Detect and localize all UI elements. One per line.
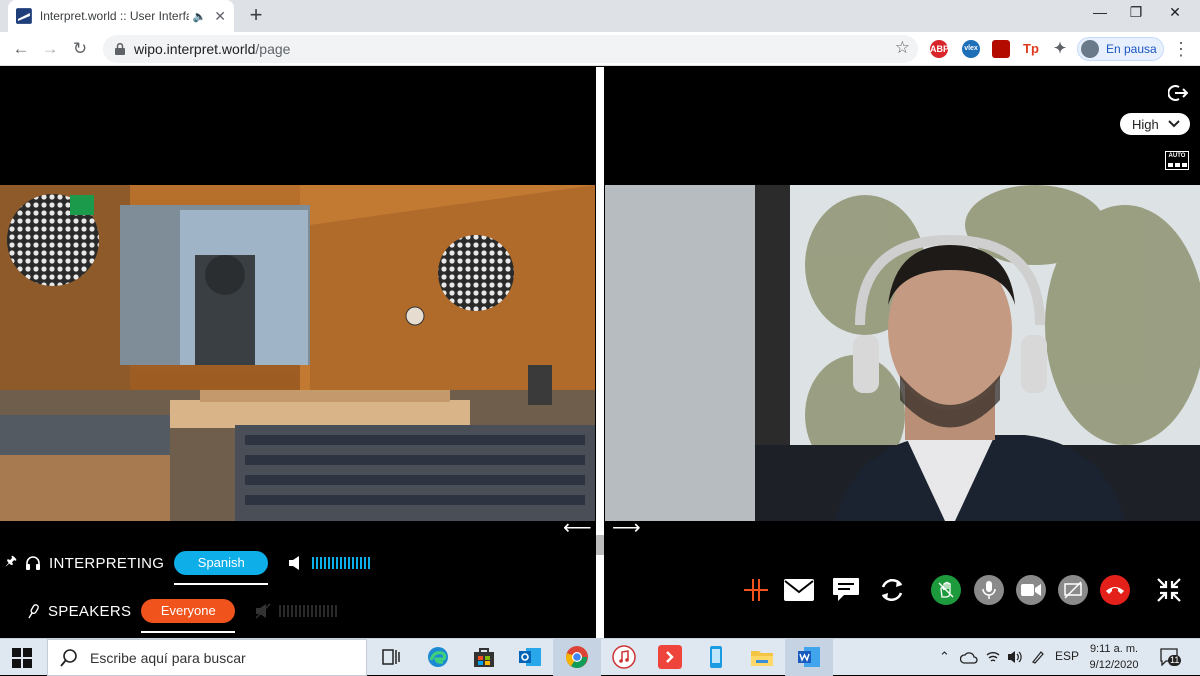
auto-grid-icon <box>1166 163 1188 167</box>
tab-title: Interpret.world :: User Interfa <box>39 9 189 23</box>
reload-button[interactable]: ↻ <box>69 38 91 60</box>
minimize-button[interactable]: — <box>1080 4 1120 26</box>
microphone-speaker-icon <box>28 604 39 619</box>
notification-count-badge: 11 <box>1168 655 1182 666</box>
move-left-arrow-icon[interactable]: ⟵ <box>563 515 592 540</box>
store-icon[interactable] <box>472 645 496 669</box>
mail-icon[interactable] <box>783 574 815 606</box>
url-path: /page <box>255 41 291 57</box>
divider-handle[interactable] <box>596 535 604 555</box>
restore-button[interactable]: ❐ <box>1116 4 1156 26</box>
hangup-icon[interactable] <box>1099 574 1131 606</box>
pen-ink-icon[interactable] <box>1031 650 1045 664</box>
close-window-button[interactable]: ✕ <box>1155 4 1195 26</box>
pin-icon[interactable]: 🖈 <box>5 552 19 574</box>
interpret-app: High AUTO ⟵ ⟶ 🖈 INTERPRETING Spanish SPE… <box>0 67 1200 638</box>
auto-layout-button[interactable]: AUTO <box>1165 151 1189 170</box>
volume-icon[interactable] <box>1007 649 1023 665</box>
input-language[interactable]: ESP <box>1055 649 1079 663</box>
taskbar-clock[interactable]: 9:11 a. m. 9/12/2020 <box>1084 641 1144 673</box>
vlex-extension-icon[interactable]: vlex <box>962 40 980 58</box>
move-right-arrow-icon[interactable]: ⟶ <box>612 515 641 540</box>
task-view-icon[interactable] <box>380 645 404 669</box>
conference-hall-image <box>0 185 595 521</box>
language-underline <box>174 583 269 585</box>
forward-button[interactable]: → <box>39 38 61 60</box>
speakers-underline <box>141 631 236 633</box>
address-bar[interactable]: wipo.interpret.world/page ☆ <box>103 35 918 63</box>
windows-taskbar: Escribe aquí para buscar ⌃ ESP 9:11 a. m… <box>0 638 1200 676</box>
url-text: wipo.interpret.world/page <box>134 41 290 57</box>
speaker-volume-icon[interactable] <box>288 555 304 571</box>
language-select[interactable]: Spanish <box>174 551 269 585</box>
avatar <box>1081 40 1099 58</box>
language-pill[interactable]: Spanish <box>174 551 269 575</box>
speakers-volume-meter[interactable] <box>279 605 338 617</box>
profile-button[interactable]: En pausa <box>1077 37 1164 61</box>
interpreter-webcam-image <box>605 185 1200 521</box>
speakers-select[interactable]: Everyone <box>141 599 236 633</box>
clock-time: 9:11 a. m. <box>1089 643 1139 655</box>
quality-value: High <box>1132 116 1159 132</box>
site-favicon-icon <box>16 8 32 24</box>
notification-center-icon[interactable]: 11 <box>1160 648 1182 667</box>
chevron-down-icon <box>1168 120 1180 128</box>
chat-icon[interactable] <box>830 574 862 606</box>
clock-date: 9/12/2020 <box>1089 659 1139 671</box>
bookmark-star-icon[interactable]: ☆ <box>895 38 910 58</box>
tp-extension-icon[interactable]: Tp <box>1022 40 1040 58</box>
interpreting-row: 🖈 INTERPRETING Spanish <box>5 551 371 585</box>
anydesk-icon[interactable] <box>658 645 682 669</box>
extensions-puzzle-icon[interactable]: ✦puzzle <box>1051 40 1069 58</box>
search-placeholder: Escribe aquí para buscar <box>90 649 246 666</box>
file-explorer-icon[interactable] <box>750 645 774 669</box>
browser-tab[interactable]: Interpret.world :: User Interfa 🔈 ✕ <box>8 0 234 32</box>
interpreting-label: INTERPRETING <box>49 554 165 572</box>
itunes-icon[interactable] <box>612 645 636 669</box>
microphone-icon[interactable] <box>973 574 1005 606</box>
panel-divider[interactable] <box>596 67 604 638</box>
interpreter-video <box>605 185 1200 521</box>
camera-icon[interactable] <box>1015 574 1047 606</box>
raise-hand-icon[interactable] <box>930 574 962 606</box>
tab-close-icon[interactable]: ✕ <box>214 8 226 25</box>
collapse-icon[interactable] <box>1153 574 1185 606</box>
search-icon <box>60 648 77 667</box>
wifi-icon[interactable] <box>985 649 1001 665</box>
outlook-icon[interactable] <box>518 645 542 669</box>
slides-off-icon[interactable] <box>1057 574 1089 606</box>
pdf-extension-icon[interactable]: pdf <box>992 40 1010 58</box>
interpreting-volume-meter[interactable] <box>312 557 371 569</box>
url-host: wipo.interpret.world <box>134 41 256 57</box>
taskbar-search-box[interactable]: Escribe aquí para buscar <box>47 639 367 676</box>
phone-link-icon[interactable] <box>704 645 728 669</box>
chrome-icon[interactable] <box>565 645 589 669</box>
browser-menu-icon[interactable]: ⋮ <box>1172 39 1190 59</box>
speakers-row: SPEAKERS Everyone <box>26 599 338 633</box>
windows-start-icon[interactable] <box>12 648 32 668</box>
refresh-icon[interactable] <box>876 574 908 606</box>
edge-browser-icon[interactable] <box>426 645 450 669</box>
browser-tab-bar: Interpret.world :: User Interfa 🔈 ✕ + — … <box>0 0 1200 32</box>
browser-toolbar: ← → ↻ wipo.interpret.world/page ☆ ABP vl… <box>0 32 1200 66</box>
auto-label: AUTO <box>1168 153 1186 159</box>
floor-video <box>0 185 595 521</box>
speakers-pill[interactable]: Everyone <box>141 599 236 623</box>
back-button[interactable]: ← <box>10 38 32 60</box>
new-tab-button[interactable]: + <box>244 4 268 28</box>
speakers-label: SPEAKERS <box>48 602 132 620</box>
logout-icon[interactable] <box>1168 84 1188 102</box>
tab-audio-icon[interactable]: 🔈 <box>193 10 207 23</box>
speaker-muted-icon[interactable] <box>255 603 271 619</box>
word-icon[interactable] <box>797 645 821 669</box>
lock-icon <box>115 43 125 55</box>
profile-label: En pausa <box>1106 42 1157 56</box>
split-icon[interactable] <box>740 574 772 606</box>
headphones-icon <box>26 556 40 570</box>
tray-expand-chevron-icon[interactable]: ⌃ <box>939 649 950 665</box>
adblock-extension-icon[interactable]: ABP <box>930 40 949 58</box>
quality-select[interactable]: High <box>1120 113 1190 135</box>
cloud-sync-icon[interactable] <box>960 651 978 665</box>
